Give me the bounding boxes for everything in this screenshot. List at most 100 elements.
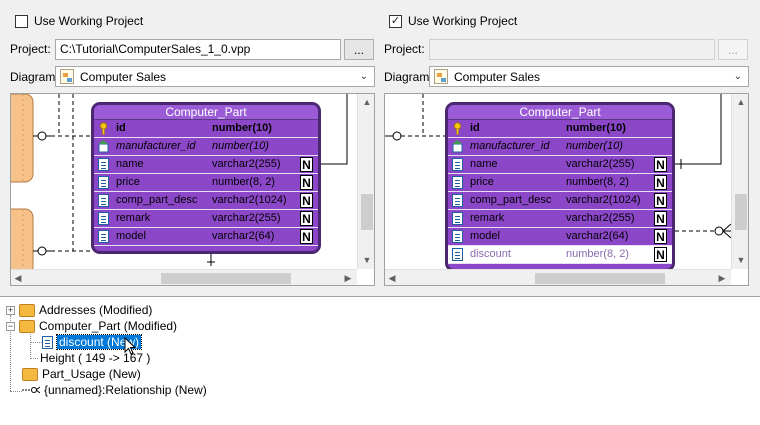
left-diagram-value: Computer Sales <box>80 69 167 84</box>
tree-item-label: {unnamed}:Relationship (New) <box>44 383 207 397</box>
relationship-icon <box>22 386 40 394</box>
table-icon <box>19 303 35 317</box>
key-icon <box>99 122 108 135</box>
scroll-right-icon[interactable]: ▶ <box>341 273 355 284</box>
column-name: remark <box>470 212 505 224</box>
right-entity-computer-part[interactable]: Computer_Part id number(10) manufacturer… <box>445 102 675 272</box>
tree-item-height[interactable]: Height ( 149 -> 167 ) <box>40 351 150 365</box>
left-entity-row[interactable]: id number(10) <box>94 120 318 138</box>
not-null-badge: N <box>654 157 667 172</box>
scroll-up-icon[interactable]: ▲ <box>734 97 748 107</box>
key-icon <box>453 122 462 135</box>
right-entity-row[interactable]: manufacturer_id number(10) <box>448 138 672 156</box>
left-entity-row[interactable]: price number(8, 2) N <box>94 174 318 192</box>
left-entity-computer-part[interactable]: Computer_Part id number(10) manufacturer… <box>91 102 321 254</box>
left-horizontal-scrollbar[interactable]: ◀ ▶ <box>11 269 357 285</box>
right-use-working-project-checkbox[interactable]: ✓ <box>389 14 402 28</box>
chevron-down-icon: ⌄ <box>359 71 368 82</box>
left-project-input[interactable]: C:\Tutorial\ComputerSales_1_0.vpp <box>55 39 341 60</box>
column-icon <box>98 194 109 207</box>
column-name: id <box>470 122 480 134</box>
scroll-left-icon[interactable]: ◀ <box>385 273 399 284</box>
scroll-right-icon[interactable]: ▶ <box>715 273 729 284</box>
right-project-input[interactable] <box>429 39 715 60</box>
right-vscroll-thumb[interactable] <box>735 194 747 230</box>
left-hscroll-thumb[interactable] <box>161 273 291 284</box>
changes-tree[interactable]: + Addresses (Modified) − Computer_Part (… <box>0 296 760 425</box>
collapse-icon[interactable]: − <box>6 321 15 331</box>
column-type: number(8, 2) <box>566 176 629 188</box>
left-use-working-project-label: Use Working Project <box>34 14 144 28</box>
right-entity-row-new[interactable]: discount number(8, 2) N <box>448 246 672 264</box>
left-diagram-select[interactable]: Computer Sales ⌄ <box>55 66 375 87</box>
column-icon <box>452 194 463 207</box>
tree-item-relationship[interactable]: {unnamed}:Relationship (New) <box>22 383 207 397</box>
left-use-working-project-checkbox[interactable] <box>15 14 28 28</box>
right-use-working-project-label: Use Working Project <box>408 14 518 28</box>
column-type: number(8, 2) <box>212 176 275 188</box>
right-diagram-select[interactable]: Computer Sales ⌄ <box>429 66 749 87</box>
left-use-working-project[interactable]: Use Working Project <box>15 14 143 28</box>
right-hscroll-thumb[interactable] <box>535 273 665 284</box>
right-entity-row[interactable]: id number(10) <box>448 120 672 138</box>
column-name: comp_part_desc <box>116 194 198 206</box>
right-entity-row[interactable]: comp_part_desc varchar2(1024) N <box>448 192 672 210</box>
column-icon <box>452 248 463 261</box>
tree-item-addresses[interactable]: + Addresses (Modified) <box>6 303 152 317</box>
column-icon <box>42 335 53 349</box>
expand-icon[interactable]: + <box>6 305 15 315</box>
tree-item-label: Computer_Part (Modified) <box>39 319 178 333</box>
table-icon <box>22 367 38 381</box>
column-type: varchar2(1024) <box>212 194 287 206</box>
not-null-badge: N <box>300 157 313 172</box>
scroll-down-icon[interactable]: ▼ <box>360 255 374 265</box>
scroll-left-icon[interactable]: ◀ <box>11 273 25 284</box>
left-diagram-canvas[interactable]: Computer_Part id number(10) manufacturer… <box>10 93 375 286</box>
right-horizontal-scrollbar[interactable]: ◀ ▶ <box>385 269 731 285</box>
column-type: varchar2(64) <box>212 230 275 242</box>
scroll-down-icon[interactable]: ▼ <box>734 255 748 265</box>
right-entity-row[interactable]: name varchar2(255) N <box>448 156 672 174</box>
column-icon <box>452 230 463 243</box>
not-null-badge: N <box>300 211 313 226</box>
right-diagram-canvas[interactable]: Computer_Part id number(10) manufacturer… <box>384 93 749 286</box>
column-type: number(8, 2) <box>566 248 629 260</box>
erd-diagram-icon <box>434 69 448 84</box>
column-type: number(10) <box>566 140 623 152</box>
column-type: varchar2(255) <box>212 158 281 170</box>
column-name: model <box>116 230 146 242</box>
left-entity-row[interactable]: name varchar2(255) N <box>94 156 318 174</box>
right-browse-button[interactable]: ... <box>718 39 748 60</box>
tree-item-part-usage[interactable]: Part_Usage (New) <box>22 367 141 381</box>
right-vertical-scrollbar[interactable]: ▲ ▼ <box>731 94 748 269</box>
right-use-working-project[interactable]: ✓ Use Working Project <box>389 14 517 28</box>
right-entity-title: Computer_Part <box>448 105 672 120</box>
tree-item-label: Part_Usage (New) <box>42 367 141 381</box>
left-entity-row[interactable]: manufacturer_id number(10) <box>94 138 318 156</box>
not-null-badge: N <box>654 211 667 226</box>
scroll-up-icon[interactable]: ▲ <box>360 97 374 107</box>
right-entity-row[interactable]: remark varchar2(255) N <box>448 210 672 228</box>
not-null-badge: N <box>654 193 667 208</box>
tree-item-label: Addresses (Modified) <box>39 303 153 317</box>
column-type: varchar2(255) <box>566 212 635 224</box>
left-entity-row[interactable]: comp_part_desc varchar2(1024) N <box>94 192 318 210</box>
not-null-badge: N <box>300 193 313 208</box>
chevron-down-icon: ⌄ <box>733 71 742 82</box>
column-name: manufacturer_id <box>470 140 550 152</box>
table-icon <box>19 319 35 333</box>
column-type: varchar2(255) <box>566 158 635 170</box>
left-side-entity-1 <box>11 94 34 183</box>
tree-item-computer-part[interactable]: − Computer_Part (Modified) <box>6 319 177 333</box>
right-entity-row[interactable]: price number(8, 2) N <box>448 174 672 192</box>
left-browse-button[interactable]: ... <box>344 39 374 60</box>
left-vertical-scrollbar[interactable]: ▲ ▼ <box>357 94 374 269</box>
left-vscroll-thumb[interactable] <box>361 194 373 230</box>
column-name: remark <box>116 212 151 224</box>
not-null-badge: N <box>300 229 313 244</box>
right-entity-row[interactable]: model varchar2(64) N <box>448 228 672 246</box>
left-entity-row[interactable]: model varchar2(64) N <box>94 228 318 246</box>
left-entity-title: Computer_Part <box>94 105 318 120</box>
left-entity-row[interactable]: remark varchar2(255) N <box>94 210 318 228</box>
column-name: id <box>116 122 126 134</box>
